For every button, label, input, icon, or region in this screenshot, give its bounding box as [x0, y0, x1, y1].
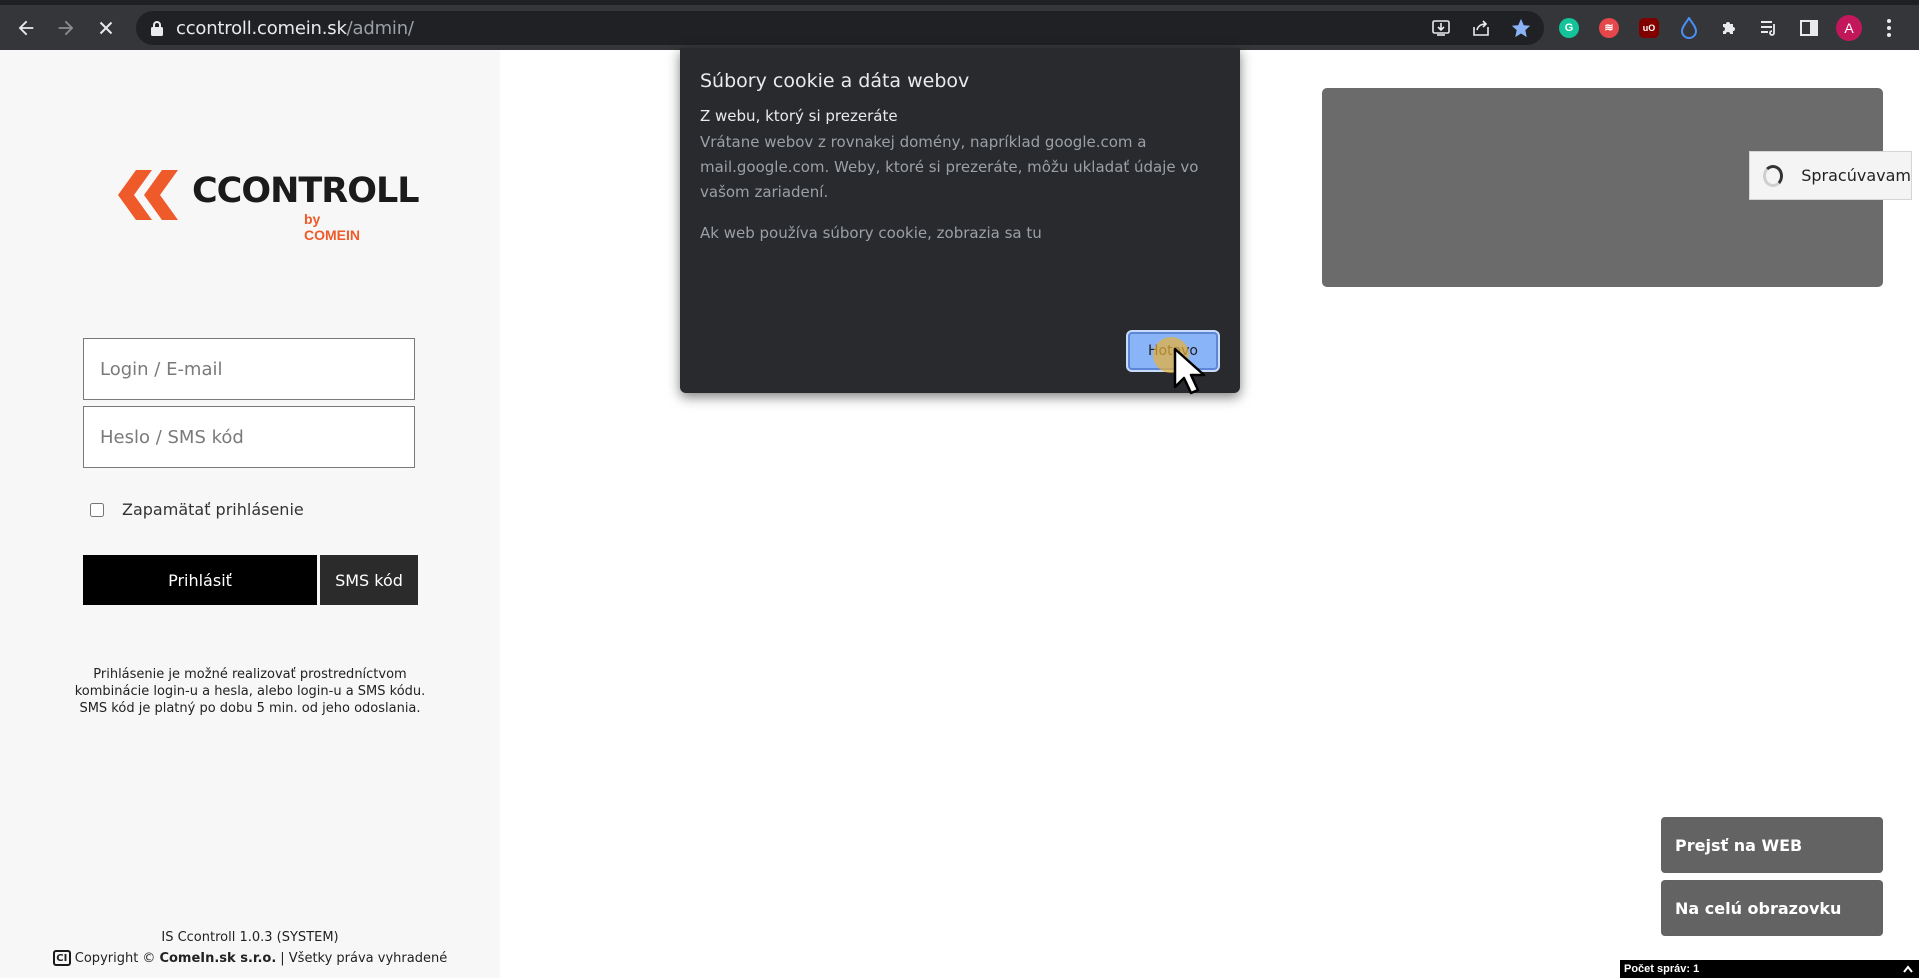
forward-button[interactable]	[46, 8, 86, 48]
message-count-bar[interactable]: Počet správ: 1	[1620, 960, 1919, 978]
popup-note: Ak web používa súbory cookie, zobrazia s…	[700, 224, 1042, 242]
readwise-glyph: ≋	[1599, 17, 1619, 38]
login-email-input[interactable]	[83, 338, 415, 400]
droplet-icon[interactable]	[1676, 15, 1702, 41]
go-to-web-button[interactable]: Prejsť na WEB	[1661, 817, 1883, 873]
kebab-menu-icon[interactable]	[1876, 15, 1902, 41]
logo-subtitle: by COMEIN	[304, 211, 360, 243]
url-path: /admin/	[346, 17, 414, 39]
arrow-left-icon	[18, 20, 34, 35]
close-icon	[99, 21, 113, 34]
spinner-icon	[1763, 164, 1784, 187]
login-button[interactable]: Prihlásiť	[83, 555, 317, 605]
extensions-bar: G ≋ uO A	[1556, 5, 1902, 50]
company-link[interactable]: ComeIn.sk s.r.o.	[159, 951, 276, 966]
remember-checkbox[interactable]	[90, 502, 104, 517]
stop-button[interactable]	[86, 8, 126, 48]
ccontroll-logo: CCONTROLL by COMEIN	[118, 165, 420, 243]
password-sms-input[interactable]	[83, 406, 415, 468]
popup-title: Súbory cookie a dáta webov	[700, 70, 970, 92]
ublock-icon[interactable]: uO	[1636, 15, 1662, 41]
media-queue-icon[interactable]	[1756, 15, 1782, 41]
profile-avatar[interactable]: A	[1836, 14, 1862, 41]
puzzle-icon[interactable]	[1716, 15, 1742, 41]
login-help-text: Prihlásenie je možné realizovať prostred…	[74, 667, 426, 716]
grammarly-glyph: G	[1559, 17, 1579, 38]
arrow-right-icon	[58, 20, 74, 35]
grammarly-icon[interactable]: G	[1556, 15, 1582, 41]
address-bar[interactable]: ccontroll.comein.sk/admin/	[136, 11, 1544, 45]
rights-text: | Všetky práva vyhradené	[280, 950, 448, 966]
ublock-glyph: uO	[1639, 17, 1659, 38]
mouse-cursor-icon	[1173, 347, 1206, 395]
install-icon[interactable]	[1428, 15, 1454, 41]
footer: IS Ccontroll 1.0.3 (SYSTEM) CI Copyright…	[0, 930, 500, 966]
processing-text: Spracúvavam	[1801, 166, 1911, 185]
share-icon[interactable]	[1468, 15, 1494, 41]
comein-badge-icon: CI	[52, 950, 71, 966]
message-count-text: Počet správ: 1	[1624, 963, 1700, 975]
url-text: ccontroll.comein.sk/admin/	[176, 18, 414, 39]
profile-initial: A	[1836, 14, 1862, 41]
side-panel-icon[interactable]	[1796, 15, 1822, 41]
chevron-up-icon	[1903, 965, 1913, 973]
version-text: IS Ccontroll 1.0.3 (SYSTEM)	[161, 930, 339, 945]
processing-indicator: Spracúvavam	[1749, 151, 1912, 200]
logo-wordmark: CCONTROLL	[192, 171, 420, 211]
chevron-logo-icon	[118, 170, 178, 220]
copyright-prefix: Copyright ©	[74, 950, 156, 966]
bookmark-star-icon[interactable]	[1508, 15, 1534, 41]
readwise-icon[interactable]: ≋	[1596, 15, 1622, 41]
back-button[interactable]	[6, 8, 46, 48]
fullscreen-button[interactable]: Na celú obrazovku	[1661, 880, 1883, 936]
cookie-site-data-popup: Súbory cookie a dáta webov Z webu, ktorý…	[680, 48, 1240, 393]
remember-login: Zapamätať prihlásenie	[90, 500, 304, 519]
url-host: ccontroll.comein.sk	[176, 17, 347, 39]
remember-label[interactable]: Zapamätať prihlásenie	[122, 500, 304, 519]
popup-description: Vrátane webov z rovnakej domény, napríkl…	[700, 133, 1199, 201]
sms-code-button[interactable]: SMS kód	[320, 555, 418, 605]
lock-icon	[151, 21, 163, 36]
popup-subtitle: Z webu, ktorý si prezeráte	[700, 107, 898, 125]
